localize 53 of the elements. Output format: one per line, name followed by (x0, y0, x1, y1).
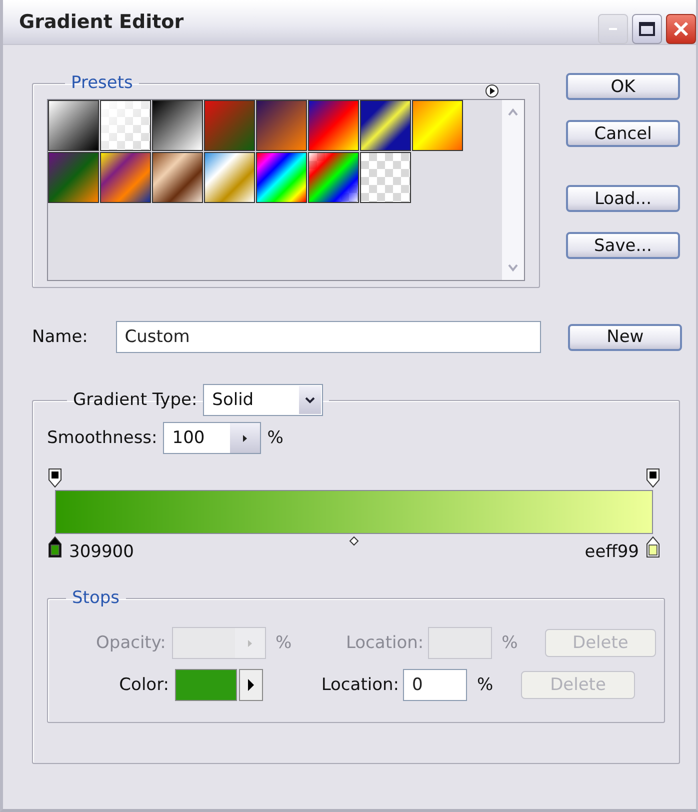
gradient-swatch[interactable] (256, 152, 307, 203)
close-icon[interactable] (673, 21, 689, 37)
location-field[interactable]: 0 (403, 669, 467, 701)
gradient-swatch[interactable] (360, 152, 411, 203)
gradient-swatch[interactable] (204, 152, 255, 203)
gradient-swatch[interactable] (48, 100, 99, 151)
smoothness-field[interactable]: 100 (163, 422, 262, 454)
name-field[interactable]: Custom (116, 321, 542, 353)
gradient-swatch[interactable] (100, 152, 151, 203)
opacity-stop-marker[interactable] (646, 468, 660, 488)
gradient-swatch[interactable] (152, 152, 203, 203)
ok-button[interactable]: OK (566, 73, 680, 100)
window-title: Gradient Editor (19, 11, 184, 33)
smoothness-label: Smoothness: (47, 428, 158, 448)
location-label: Location: (344, 633, 424, 653)
color-label: Color: (118, 675, 169, 695)
maximize-button[interactable] (632, 14, 662, 44)
group-label: Stops (71, 588, 121, 608)
close-button[interactable] (666, 14, 696, 44)
cancel-button[interactable]: Cancel (566, 120, 680, 147)
color-stop-marker[interactable] (48, 536, 62, 558)
gradient-swatch[interactable] (204, 100, 255, 151)
name-label: Name: (32, 327, 89, 347)
opacity-stop-marker[interactable] (48, 468, 62, 488)
color-stop-marker[interactable] (646, 536, 660, 558)
percent-label: % (267, 428, 284, 448)
percent-label: % (502, 633, 519, 653)
gradient-swatch[interactable] (308, 152, 359, 203)
midpoint-marker[interactable] (349, 536, 359, 546)
group-label: Presets (70, 73, 134, 93)
save-button[interactable]: Save... (566, 232, 680, 259)
gradient-swatch[interactable] (48, 152, 99, 203)
gradient-type-label: Gradient Type: (73, 390, 198, 410)
gradient-swatch[interactable] (100, 100, 151, 151)
arrow-right-icon[interactable] (239, 669, 263, 701)
opacity-label: Opacity: (95, 633, 166, 653)
new-button[interactable]: New (568, 324, 682, 350)
load-button[interactable]: Load... (566, 185, 680, 212)
stop-color-value: 309900 (69, 542, 134, 562)
gradient-swatch[interactable] (256, 100, 307, 151)
color-swatch[interactable] (175, 669, 237, 701)
gradient-swatch[interactable] (152, 100, 203, 151)
gradient-swatch[interactable] (308, 100, 359, 151)
percent-label: % (276, 633, 293, 653)
menu-icon[interactable] (485, 84, 499, 98)
gradient-type-dropdown[interactable]: Solid (203, 384, 324, 416)
maximize-icon[interactable] (639, 22, 655, 36)
percent-label: % (477, 675, 494, 695)
gradient-swatch[interactable] (412, 100, 463, 151)
opacity-field[interactable] (172, 627, 266, 659)
gradient-swatch[interactable] (360, 100, 411, 151)
location-label: Location: (320, 675, 399, 695)
stop-color-value: eeff99 (584, 542, 639, 562)
